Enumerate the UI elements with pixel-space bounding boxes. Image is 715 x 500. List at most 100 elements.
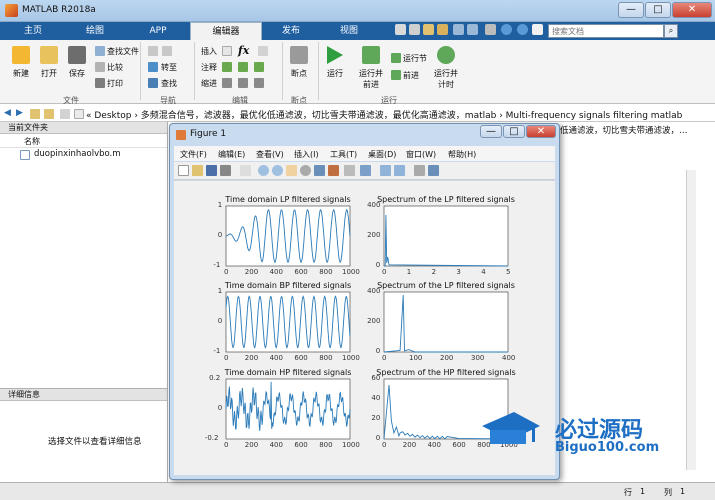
tab-view[interactable]: 视图 [320,22,378,40]
menu-edit[interactable]: 编辑(E) [218,149,245,160]
menu-help[interactable]: 帮助(H) [448,149,476,160]
menu-file[interactable]: 文件(F) [180,149,207,160]
print-icon [95,78,105,88]
indent-button[interactable]: 缩进 [201,78,217,89]
x-tick-label: 0 [382,268,387,276]
open-file-icon[interactable] [192,165,203,176]
menu-tools[interactable]: 工具(T) [330,149,357,160]
figure-minimize-button[interactable]: — [480,125,502,138]
comment-button[interactable]: 注释 [201,62,217,73]
y-tick-label: 1 [217,287,223,295]
save-button[interactable]: 保存 [62,68,92,79]
run-and-time-button[interactable]: 运行并 计时 [428,68,464,90]
insert-menu-icon[interactable] [258,46,268,56]
redo-icon[interactable] [467,24,478,35]
advance-button[interactable]: 前进 [403,70,419,81]
zoom-out-icon[interactable] [272,165,283,176]
open-button[interactable]: 打开 [34,68,64,79]
run-and-time-icon [437,46,455,64]
save-figure-icon[interactable] [206,165,217,176]
figure-menubar: 文件(F) 编辑(E) 查看(V) 插入(I) 工具(T) 桌面(D) 窗口(W… [174,146,555,161]
tab-home[interactable]: 主页 [4,22,62,40]
tab-apps[interactable]: APP [128,22,188,40]
find-button[interactable]: 查找 [161,78,177,89]
pan-hand-icon[interactable] [286,165,297,176]
increase-indent-icon[interactable] [238,78,248,88]
search-icon[interactable]: ⌕ [664,24,678,38]
file-list-item[interactable]: duopinxinhaolvbo.m [34,149,121,159]
back-icon[interactable]: ◀ [4,108,11,118]
pointer-icon[interactable] [240,165,251,176]
tab-publish[interactable]: 发布 [264,22,318,40]
breakpoints-icon [290,46,308,64]
search-documentation-input[interactable] [548,24,664,38]
data-cursor-icon[interactable] [314,165,325,176]
chevron-down-icon[interactable] [532,24,543,35]
comment-percent-icon[interactable] [222,62,232,72]
name-column-header[interactable]: 名称 [24,136,40,147]
editor-scrollbar[interactable] [686,170,696,470]
new-button[interactable]: 新建 [6,68,36,79]
x-tick-label: 100 [409,354,423,362]
figure-close-button[interactable]: ✕ [526,125,556,138]
back-arrow-icon[interactable] [148,46,158,56]
goto-button[interactable]: 转至 [161,62,177,73]
cut-icon[interactable] [409,24,420,35]
new-figure-icon[interactable] [178,165,189,176]
insert-button[interactable]: 插入 [201,46,217,57]
maximize-button[interactable]: □ [645,2,671,18]
show-plot-tools-icon[interactable] [428,165,439,176]
chevron-down-icon[interactable] [344,165,355,176]
editor-tab-title[interactable]: 低通滤波，切比雪夫带通滤波，… [560,124,690,136]
menu-view[interactable]: 查看(V) [256,149,284,160]
current-folder-path[interactable]: « Desktop › 多频混合信号，滤波器，最优化低通滤波，切比雪夫带通滤波，… [86,108,686,121]
find-files-button[interactable]: 查找文件 [107,46,139,57]
details-message: 选择文件以查看详细信息 [48,437,142,447]
help-icon[interactable] [501,24,512,35]
breakpoints-button[interactable]: 断点 [284,68,314,79]
run-section-button[interactable]: 运行节 [403,53,427,64]
browse-folder-icon[interactable] [44,109,54,119]
paste-icon[interactable] [437,24,448,35]
close-button[interactable]: ✕ [672,2,712,18]
uncomment-icon[interactable] [238,62,248,72]
fx-button[interactable]: fx [238,44,249,57]
rotate-icon[interactable] [300,165,311,176]
tab-plots[interactable]: 绘图 [64,22,126,40]
folder-up-icon[interactable] [30,109,40,119]
save-icon[interactable] [395,24,406,35]
forward-icon[interactable]: ▶ [16,108,23,118]
forward-arrow-icon[interactable] [162,46,172,56]
run-button[interactable]: 运行 [320,68,350,79]
undo-icon[interactable] [453,24,464,35]
run-advance-icon [362,46,380,64]
print-button[interactable]: 打印 [107,78,123,89]
figure-maximize-button[interactable]: □ [503,125,525,138]
insert-colorbar-icon[interactable] [380,165,391,176]
zoom-in-icon[interactable] [258,165,269,176]
minimize-button[interactable]: — [618,2,644,18]
decrease-indent-icon[interactable] [254,78,264,88]
community-icon[interactable] [517,24,528,35]
menu-window[interactable]: 窗口(W) [406,149,436,160]
x-tick-label: 200 [402,441,417,449]
compare-button[interactable]: 比较 [107,62,123,73]
menu-insert[interactable]: 插入(I) [294,149,319,160]
insert-legend-icon[interactable] [394,165,405,176]
tab-editor[interactable]: 编辑器 [190,22,262,40]
wrap-comment-icon[interactable] [254,62,264,72]
print-figure-icon[interactable] [220,165,231,176]
folder-menu-icon[interactable] [60,109,70,119]
x-tick-label: 400 [269,441,283,449]
smart-indent-icon[interactable] [222,78,232,88]
link-plot-icon[interactable] [360,165,371,176]
switch-windows-icon[interactable] [485,24,496,35]
brush-icon[interactable] [328,165,339,176]
hide-plot-tools-icon[interactable] [414,165,425,176]
run-and-advance-button[interactable]: 运行并 前进 [352,68,390,90]
y-tick-label: -1 [213,261,221,269]
copy-icon[interactable] [423,24,434,35]
insert-section-icon[interactable] [222,46,232,56]
status-bar: 行 1 列 1 [0,482,715,500]
menu-desktop[interactable]: 桌面(D) [368,149,396,160]
